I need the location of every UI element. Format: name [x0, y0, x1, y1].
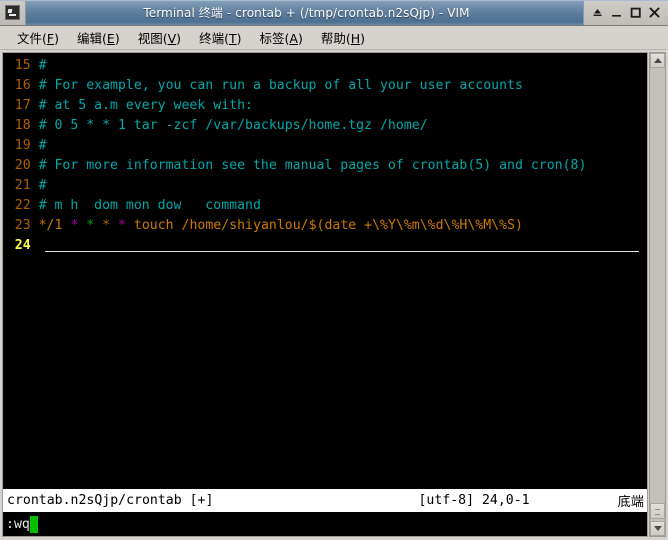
- menu-accel-view: V: [167, 31, 177, 46]
- line-number: 21: [14, 178, 31, 193]
- editor-line: 18 # 0 5 * * 1 tar -zcf /var/backups/home…: [5, 116, 647, 136]
- editor-line: 20 # For more information see the manual …: [5, 156, 647, 176]
- vim-command-line[interactable]: :wq: [3, 512, 647, 536]
- statusline-filename: crontab.n2sQjp/crontab [+]: [7, 493, 214, 508]
- terminal-icon: [0, 0, 26, 25]
- statusline-scroll-position: 底端: [617, 495, 644, 510]
- editor-line-crontab: 23 */1 * * * * touch /home/shiyanlou/$(date +\…: [5, 216, 647, 236]
- line-number: 18: [14, 118, 31, 133]
- editor-line-current: 24: [5, 236, 647, 256]
- editor-line: 19 #: [5, 136, 647, 156]
- cron-command: touch /home/shiyanlou/$(date +\%Y\%m\%d\…: [133, 218, 523, 233]
- cron-star-dow: *: [118, 218, 126, 233]
- menu-item-terminal[interactable]: 终端(T): [190, 26, 250, 49]
- cursorline-underline: [45, 251, 639, 252]
- editor-line: 16 # For example, you can run a backup of…: [5, 76, 647, 96]
- terminal-window: Terminal 终端 - crontab + (/tmp/crontab.n2…: [0, 0, 668, 540]
- statusline-encoding-position: [utf-8] 24,0-1: [418, 493, 530, 508]
- maximize-button[interactable]: [626, 2, 645, 23]
- menu-label-tabs: 标签: [259, 31, 285, 46]
- line-number: 17: [14, 98, 31, 113]
- line-number: 20: [14, 158, 31, 173]
- editor-line: 21 #: [5, 176, 647, 196]
- window-title: Terminal 终端 - crontab + (/tmp/crontab.n2…: [143, 6, 470, 20]
- scroll-up-arrow-icon[interactable]: [650, 53, 665, 68]
- line-text: # at 5 a.m every week with:: [38, 98, 253, 113]
- menu-item-tabs[interactable]: 标签(A): [251, 26, 312, 49]
- menu-label-file: 文件: [17, 31, 43, 46]
- scroll-down-arrow-icon[interactable]: [650, 521, 665, 536]
- terminal-inner[interactable]: 15 # 16 # For example, you can run a backu…: [2, 52, 648, 537]
- scrollbar-thumb[interactable]: [650, 503, 665, 519]
- minimize-button[interactable]: [607, 2, 626, 23]
- editor-line: 15 #: [5, 56, 647, 76]
- terminal-area: 15 # 16 # For example, you can run a backu…: [0, 50, 668, 540]
- line-text: # For example, you can run a backup of a…: [38, 78, 523, 93]
- editor-line: 22 # m h dom mon dow command: [5, 196, 647, 216]
- cron-star-dom: *: [86, 218, 95, 233]
- line-text: # m h dom mon dow command: [38, 198, 261, 213]
- line-text: #: [38, 58, 47, 73]
- menu-label-view: 视图: [137, 31, 163, 46]
- cron-star-hour: *: [70, 218, 79, 233]
- menu-accel-file: F: [46, 31, 55, 46]
- vim-statusline: crontab.n2sQjp/crontab [+] [utf-8] 24,0-…: [3, 489, 647, 512]
- line-number: 15: [14, 58, 31, 73]
- menubar: 文件(F) 编辑(E) 视图(V) 终端(T) 标签(A) 帮助(H): [0, 26, 668, 50]
- cron-schedule-minute: */1: [38, 218, 63, 233]
- menu-label-terminal: 终端: [199, 31, 225, 46]
- terminal-scrollbar[interactable]: [649, 52, 666, 537]
- window-titlebar[interactable]: Terminal 终端 - crontab + (/tmp/crontab.n2…: [0, 0, 668, 26]
- line-number: 19: [14, 138, 31, 153]
- line-number: 22: [14, 198, 31, 213]
- shade-button[interactable]: [588, 2, 607, 23]
- cron-star-mon: *: [102, 218, 111, 233]
- menu-label-help: 帮助: [320, 31, 346, 46]
- line-text: #: [38, 138, 47, 153]
- scrollbar-track[interactable]: [650, 68, 665, 521]
- menu-accel-help: H: [350, 31, 361, 46]
- text-cursor: [29, 515, 38, 533]
- editor-line: 17 # at 5 a.m every week with:: [5, 96, 647, 116]
- menu-item-file[interactable]: 文件(F): [8, 26, 68, 49]
- line-number: 16: [14, 78, 31, 93]
- line-text: #: [38, 178, 47, 193]
- menu-accel-terminal: T: [228, 31, 237, 46]
- menu-item-edit[interactable]: 编辑(E): [68, 26, 129, 49]
- menu-item-help[interactable]: 帮助(H): [312, 26, 374, 49]
- command-text: :wq: [6, 516, 30, 532]
- menu-label-edit: 编辑: [77, 31, 103, 46]
- line-text: # For more information see the manual pa…: [38, 158, 587, 173]
- line-number-current: 24: [14, 238, 31, 253]
- window-controls: [583, 0, 668, 25]
- line-text: # 0 5 * * 1 tar -zcf /var/backups/home.t…: [38, 118, 428, 133]
- menu-accel-tabs: A: [289, 31, 298, 46]
- menu-accel-edit: E: [106, 31, 115, 46]
- menu-item-view[interactable]: 视图(V): [129, 26, 190, 49]
- close-button[interactable]: [645, 2, 664, 23]
- line-number: 23: [14, 218, 31, 233]
- vim-text-area[interactable]: 15 # 16 # For example, you can run a backu…: [3, 53, 647, 489]
